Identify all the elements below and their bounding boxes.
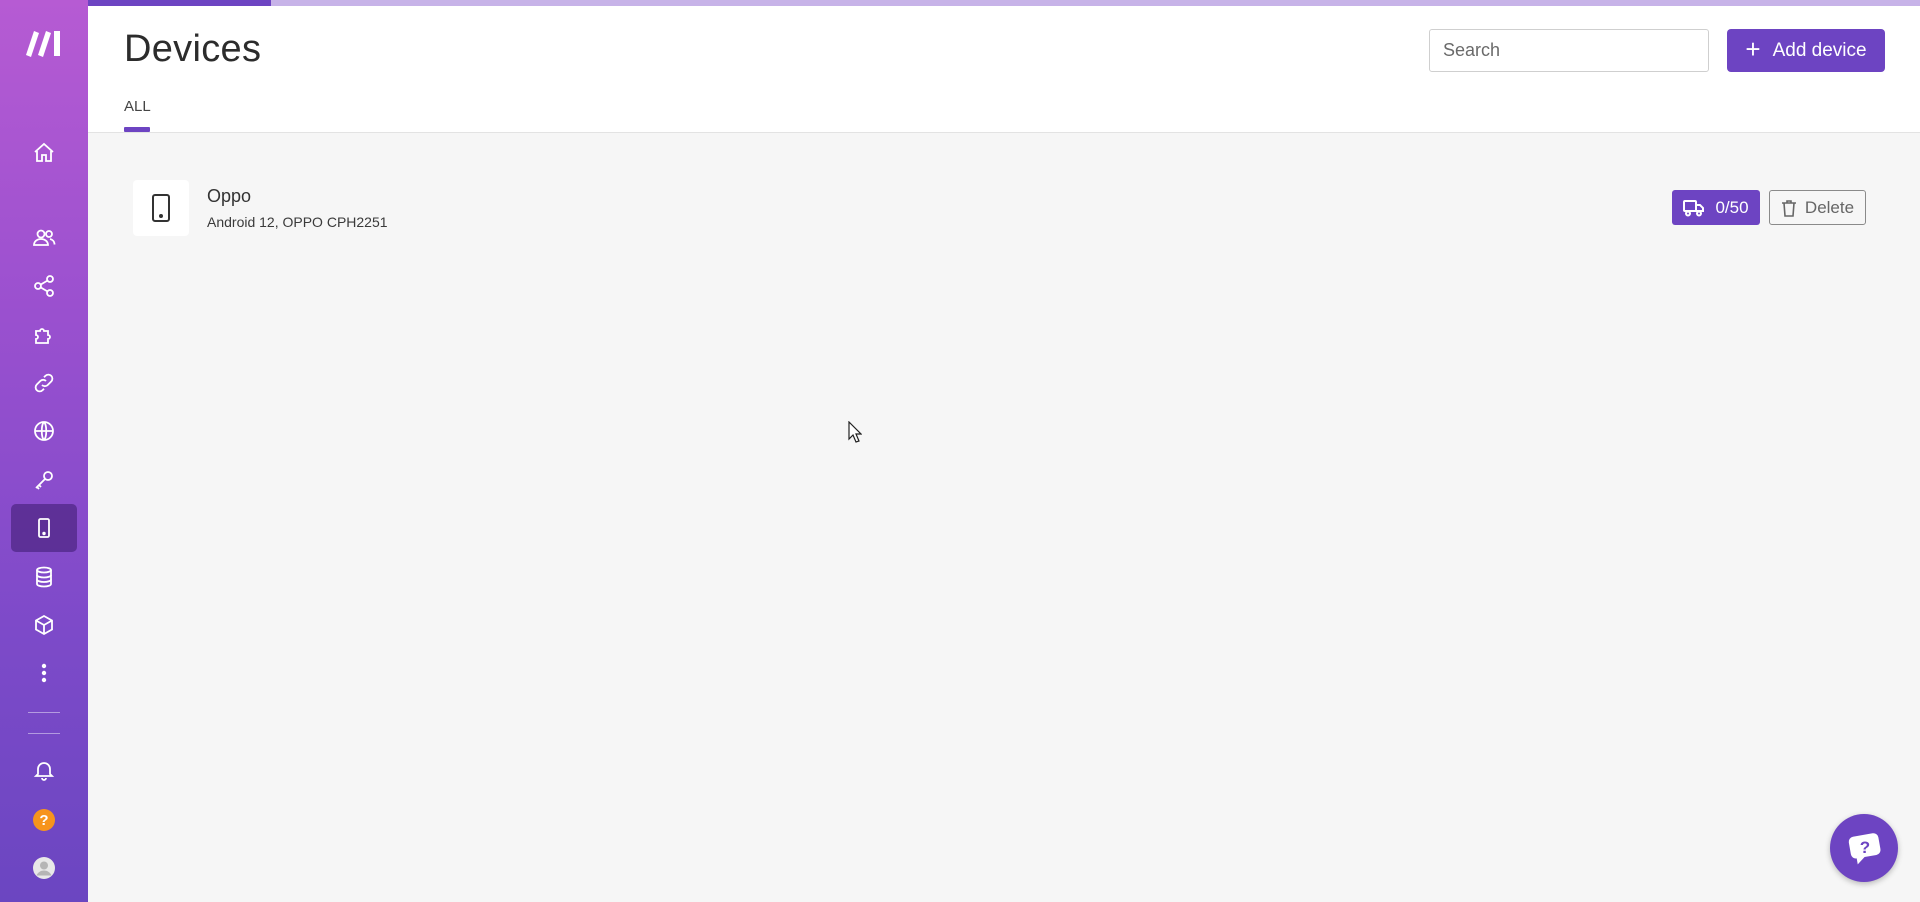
sidebar-item-keys[interactable] [11, 456, 77, 504]
bell-icon [33, 762, 55, 781]
sidebar-item-webhooks[interactable] [11, 407, 77, 455]
device-thumbnail [133, 180, 189, 236]
sidebar-divider [28, 733, 60, 734]
database-icon [36, 566, 52, 588]
sidebar-item-help[interactable]: ? [11, 796, 77, 844]
share-icon [34, 275, 54, 297]
add-device-button[interactable]: + Add device [1727, 29, 1885, 72]
sidebar-item-more[interactable] [11, 649, 77, 697]
delete-label: Delete [1804, 197, 1855, 217]
truck-icon [1683, 199, 1705, 216]
page-header: Devices ALL + Add device [88, 6, 1920, 133]
mobile-icon [38, 518, 50, 538]
sidebar-item-data-structures[interactable] [11, 601, 77, 649]
sidebar-item-connections[interactable] [11, 359, 77, 407]
sidebar-item-notifications[interactable] [11, 746, 77, 794]
device-quota-badge[interactable]: 0/50 [1672, 190, 1760, 225]
globe-icon [34, 421, 54, 441]
search-input[interactable] [1429, 29, 1709, 72]
puzzle-icon [35, 328, 51, 344]
users-icon [33, 229, 56, 246]
sidebar-item-team[interactable] [11, 214, 77, 262]
help-chat-button[interactable]: ? [1830, 814, 1898, 882]
svg-text:?: ? [39, 812, 48, 829]
add-device-label: Add device [1772, 39, 1867, 61]
sidebar-divider [28, 712, 60, 713]
sidebar-item-data-stores[interactable] [11, 553, 77, 601]
sidebar: ? [0, 0, 88, 902]
sidebar-item-home[interactable] [11, 129, 77, 177]
cube-icon [35, 614, 53, 636]
trash-icon [1781, 199, 1796, 217]
help-icon: ? [33, 809, 55, 831]
link-icon [34, 373, 54, 393]
tab-all[interactable]: ALL [124, 98, 151, 115]
delete-device-button[interactable]: Delete [1769, 190, 1866, 225]
more-vertical-icon [41, 663, 47, 683]
sidebar-item-templates[interactable] [11, 311, 77, 359]
device-quota-value: 0/50 [1715, 197, 1749, 217]
mobile-icon [152, 194, 170, 222]
key-icon [35, 471, 53, 490]
device-description: Android 12, OPPO CPH2251 [207, 214, 388, 230]
sidebar-item-devices[interactable] [11, 504, 77, 552]
device-name[interactable]: Oppo [207, 186, 251, 207]
page-title: Devices [124, 28, 262, 70]
mouse-cursor-icon [848, 421, 862, 443]
home-icon [34, 142, 54, 162]
sidebar-item-scenarios[interactable] [11, 262, 77, 310]
tab-active-indicator [124, 127, 150, 132]
sidebar-item-profile[interactable] [11, 844, 77, 892]
make-logo[interactable] [22, 26, 66, 60]
avatar-icon [33, 857, 55, 879]
chat-help-icon: ? [1848, 833, 1881, 865]
svg-text:?: ? [1860, 838, 1870, 857]
make-logo-icon [26, 31, 60, 57]
plus-icon: + [1745, 34, 1761, 64]
